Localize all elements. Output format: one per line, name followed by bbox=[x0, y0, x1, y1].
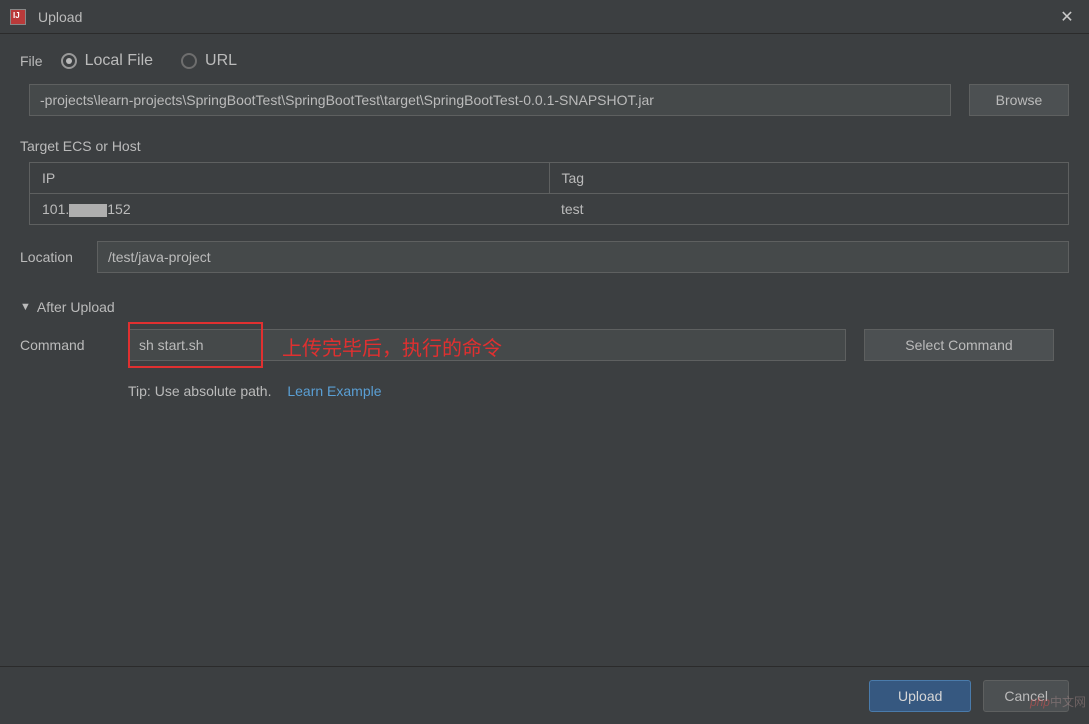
redacted-ip bbox=[69, 204, 107, 217]
after-upload-label: After Upload bbox=[37, 299, 115, 315]
cell-tag: test bbox=[549, 194, 1068, 224]
col-tag: Tag bbox=[550, 163, 1069, 193]
location-input[interactable] bbox=[97, 241, 1069, 273]
radio-local-file[interactable]: Local File bbox=[61, 52, 153, 70]
file-label: File bbox=[20, 53, 43, 69]
file-path-input[interactable] bbox=[29, 84, 951, 116]
upload-button[interactable]: Upload bbox=[869, 680, 971, 712]
select-command-button[interactable]: Select Command bbox=[864, 329, 1054, 361]
target-label: Target ECS or Host bbox=[20, 138, 1069, 154]
browse-button[interactable]: Browse bbox=[969, 84, 1069, 116]
col-ip: IP bbox=[30, 163, 550, 193]
triangle-down-icon: ▼ bbox=[20, 301, 31, 313]
target-table: IP Tag 101.152 test bbox=[29, 162, 1069, 225]
close-icon[interactable]: ✕ bbox=[1055, 7, 1079, 27]
app-icon bbox=[10, 9, 26, 25]
radio-icon bbox=[181, 53, 197, 69]
table-row[interactable]: 101.152 test bbox=[30, 194, 1068, 224]
radio-url-label: URL bbox=[205, 52, 237, 70]
command-label: Command bbox=[20, 337, 128, 353]
radio-icon bbox=[61, 53, 77, 69]
dialog-footer: Upload Cancel bbox=[0, 666, 1089, 724]
cancel-button[interactable]: Cancel bbox=[983, 680, 1069, 712]
command-input[interactable] bbox=[128, 329, 846, 361]
location-label: Location bbox=[20, 249, 73, 265]
radio-url[interactable]: URL bbox=[181, 52, 237, 70]
learn-example-link[interactable]: Learn Example bbox=[287, 383, 381, 399]
title-bar: Upload ✕ bbox=[0, 0, 1089, 34]
after-upload-toggle[interactable]: ▼ After Upload bbox=[20, 299, 1069, 315]
radio-local-label: Local File bbox=[85, 52, 153, 70]
dialog-title: Upload bbox=[38, 9, 1055, 25]
tip-text: Tip: Use absolute path. bbox=[128, 383, 271, 399]
cell-ip: 101.152 bbox=[30, 194, 549, 224]
